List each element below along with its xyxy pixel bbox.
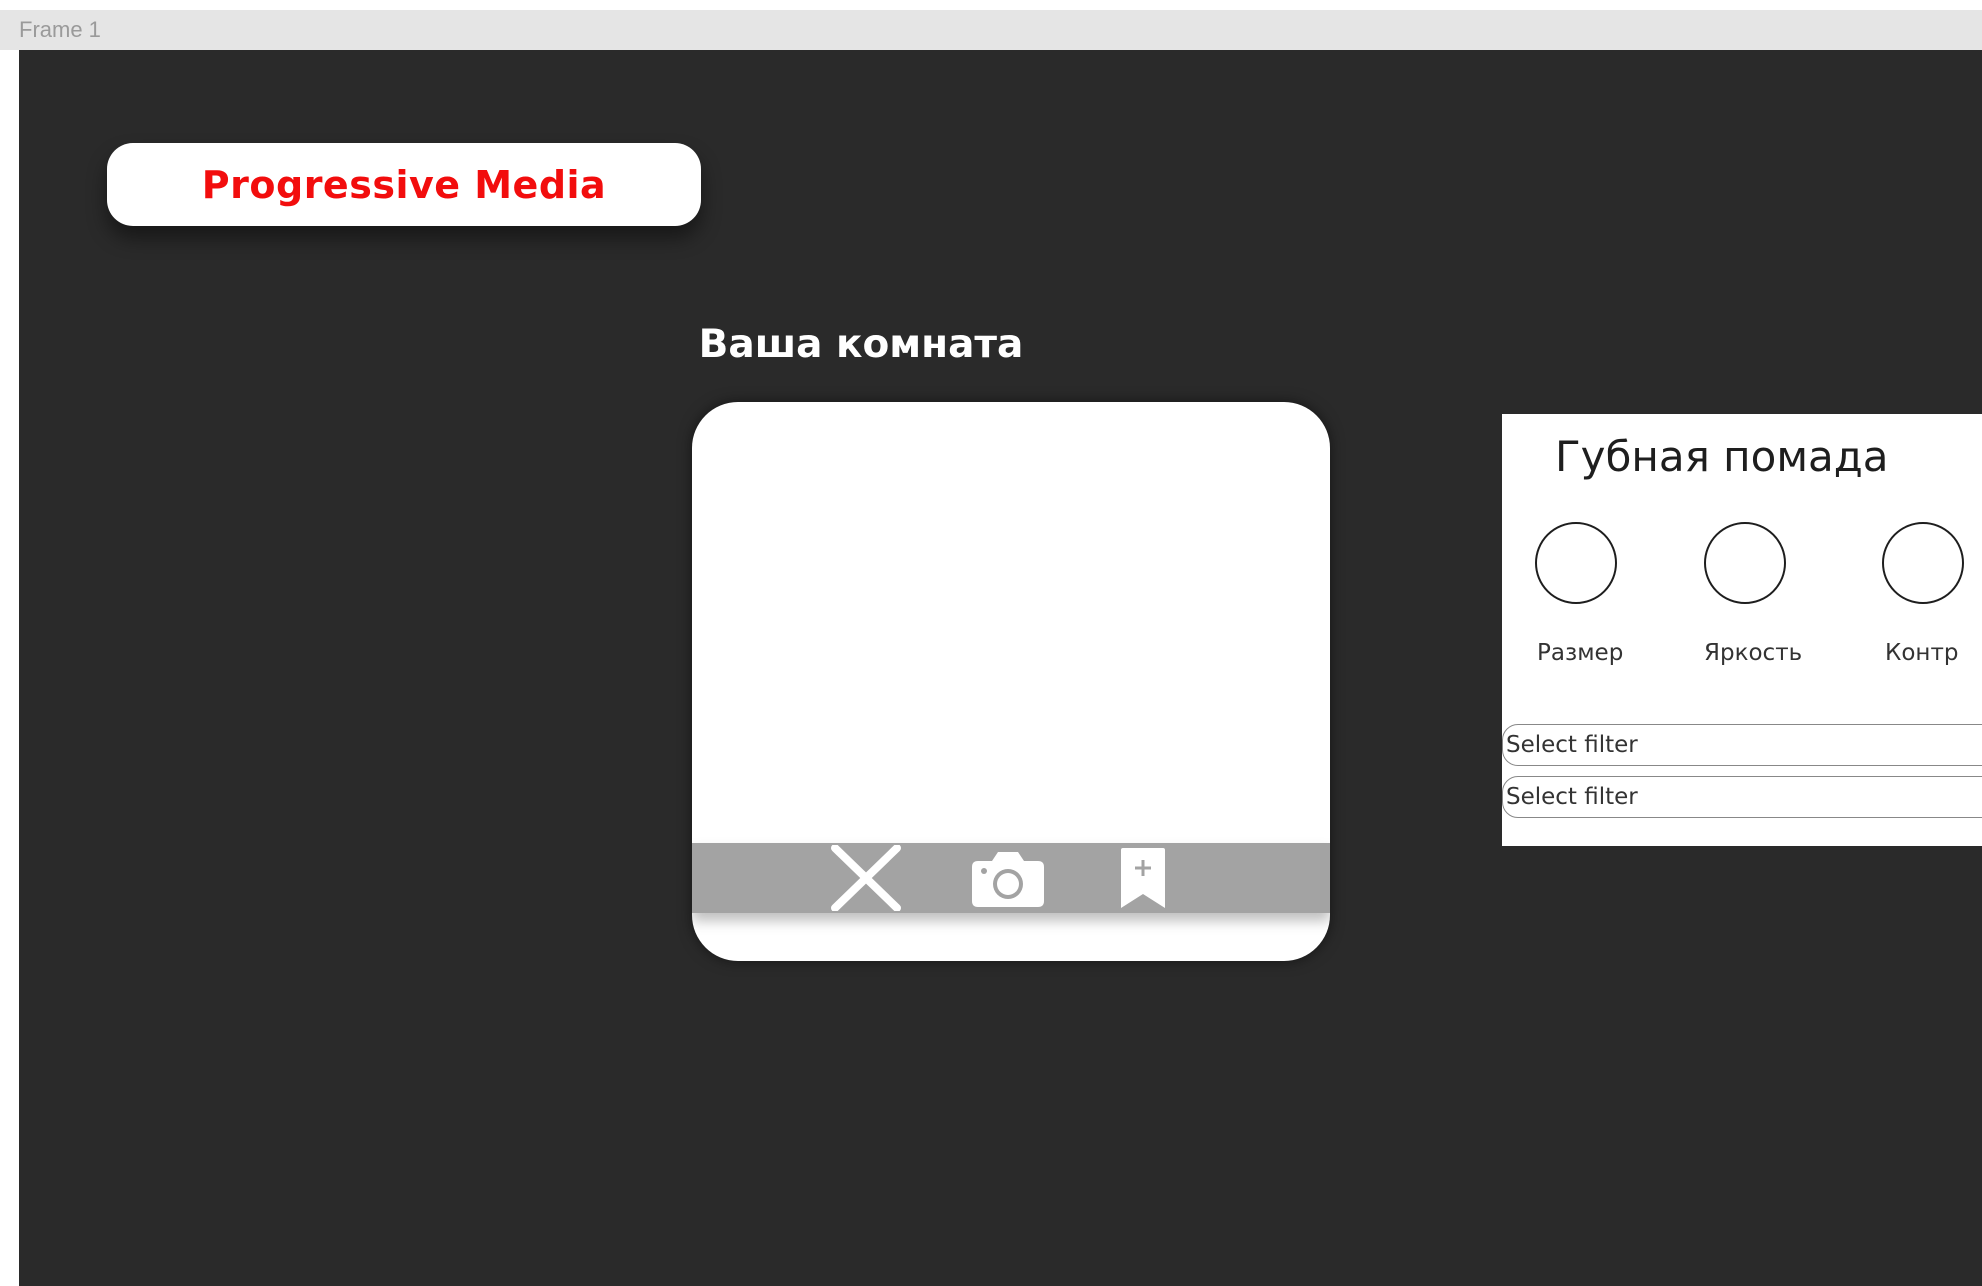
room-preview-card (692, 402, 1330, 961)
brightness-label: Яркость (1704, 640, 1803, 666)
bookmark-add-icon (1121, 848, 1165, 908)
panel-title: Губная помада (1555, 432, 1889, 481)
filter-select-1[interactable]: Select filter (1502, 724, 1982, 766)
room-title: Ваша комната (698, 322, 1024, 367)
room-toolbar (692, 843, 1330, 913)
frame-canvas: Progressive Media Ваша комната Губная по… (19, 50, 1982, 1286)
contrast-knob[interactable] (1882, 522, 1964, 604)
logo-badge: Progressive Media (107, 143, 701, 226)
frame-label[interactable]: Frame 1 (19, 12, 101, 48)
frame-header-bar (0, 10, 1982, 50)
filter-select-2[interactable]: Select filter (1502, 776, 1982, 818)
contrast-label: Контр (1885, 640, 1959, 666)
brightness-knob[interactable] (1704, 522, 1786, 604)
camera-button[interactable] (968, 843, 1048, 913)
logo-text: Progressive Media (201, 162, 607, 207)
close-icon (831, 845, 901, 911)
bookmark-add-button[interactable] (1110, 843, 1176, 913)
size-knob[interactable] (1535, 522, 1617, 604)
close-button[interactable] (826, 843, 906, 913)
lipstick-settings-panel: Губная помада Размер Яркость Контр Selec… (1502, 414, 1982, 846)
camera-icon (972, 852, 1044, 907)
size-label: Размер (1537, 640, 1624, 666)
